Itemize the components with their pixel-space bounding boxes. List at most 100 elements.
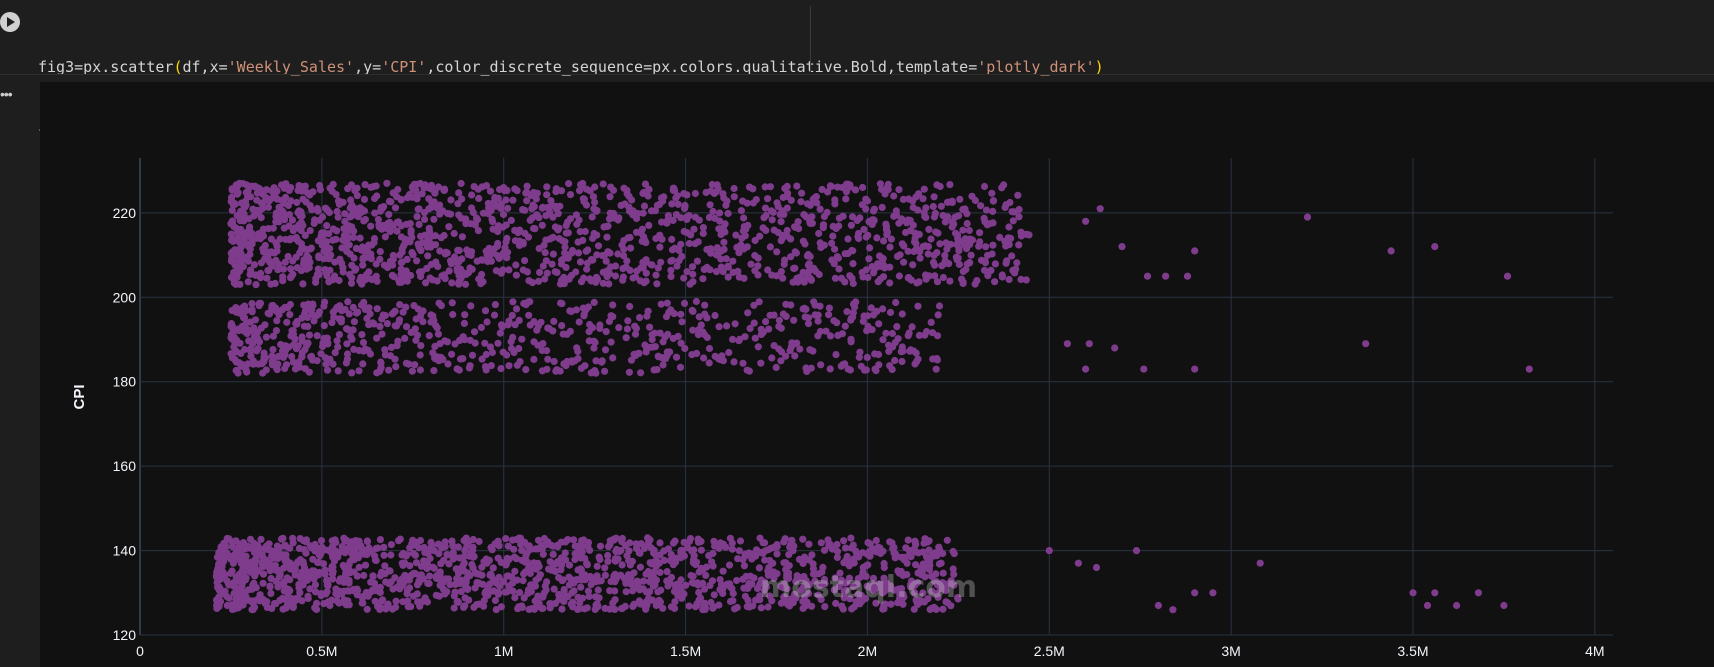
data-point (510, 553, 518, 561)
data-point (278, 347, 287, 355)
data-point (752, 546, 761, 554)
data-point (361, 345, 369, 353)
data-point (355, 563, 363, 571)
data-point (761, 204, 770, 212)
data-point (611, 272, 620, 280)
data-point (322, 268, 330, 276)
data-point (652, 551, 660, 559)
data-point (886, 279, 894, 287)
data-point (989, 207, 997, 215)
data-point (1191, 247, 1199, 255)
data-point (232, 537, 240, 545)
data-point (482, 182, 491, 190)
data-point (221, 541, 229, 549)
data-point (652, 234, 660, 243)
data-point (490, 311, 499, 319)
data-point (543, 191, 551, 199)
data-point (387, 198, 395, 206)
data-point (279, 273, 287, 281)
data-point (458, 268, 466, 276)
y-tick-label: 140 (113, 543, 137, 559)
data-point (911, 548, 920, 556)
data-point (338, 259, 346, 267)
data-point (693, 257, 702, 265)
data-point (559, 330, 567, 338)
data-point (701, 301, 709, 309)
data-point (478, 355, 486, 363)
data-point (482, 555, 490, 563)
grid-lines (139, 158, 1613, 636)
data-point (798, 189, 806, 197)
data-point (461, 311, 469, 319)
data-point (879, 336, 887, 344)
data-point (419, 318, 427, 326)
data-point (670, 185, 678, 193)
data-point (315, 558, 323, 567)
data-point (1082, 365, 1090, 373)
data-point (602, 328, 610, 336)
data-point (513, 187, 521, 195)
data-point (609, 301, 617, 309)
data-point (601, 571, 610, 579)
data-point (982, 243, 990, 251)
data-point (334, 343, 342, 351)
data-point (455, 278, 463, 286)
data-point (316, 181, 324, 190)
data-point (998, 271, 1006, 279)
data-point (936, 240, 944, 248)
data-point (389, 251, 397, 260)
data-point (401, 334, 409, 342)
data-point (482, 247, 490, 255)
data-point (762, 226, 770, 234)
data-point (955, 260, 964, 268)
data-point (509, 587, 517, 595)
data-point (235, 231, 243, 239)
data-point (844, 180, 852, 188)
data-point (343, 340, 351, 348)
data-point (914, 206, 922, 214)
data-point (549, 550, 557, 559)
data-point (298, 337, 306, 345)
data-point (919, 243, 927, 251)
data-point (356, 234, 364, 242)
data-point (444, 360, 452, 368)
data-point (244, 257, 252, 265)
data-point (879, 605, 887, 613)
data-point (910, 247, 918, 256)
data-point (864, 539, 872, 547)
scatter-chart[interactable]: 0 0.5M 1M 1.5M 2M 2.5M 3M 3.5M 4M 120 140 160 180 20… (0, 0, 1714, 667)
data-point (543, 365, 551, 373)
data-point (342, 236, 350, 244)
data-point (699, 224, 708, 232)
data-point (480, 596, 488, 605)
data-point (593, 572, 601, 580)
data-point (248, 308, 256, 316)
data-point (320, 322, 328, 330)
data-point (678, 318, 686, 326)
data-point (735, 273, 743, 281)
data-point (782, 312, 790, 320)
data-point (387, 541, 395, 549)
data-point (299, 280, 307, 288)
data-point (859, 273, 867, 281)
data-point (576, 228, 584, 236)
data-point (406, 220, 414, 228)
data-point (967, 251, 975, 259)
data-point (933, 332, 942, 340)
data-point (946, 277, 954, 285)
data-point (334, 213, 342, 221)
data-point (594, 242, 603, 250)
data-point (663, 351, 671, 359)
data-point (549, 250, 558, 258)
data-point (692, 560, 700, 569)
data-point (860, 225, 868, 234)
data-point (657, 586, 665, 594)
data-point (668, 200, 676, 208)
data-point (756, 232, 764, 240)
data-point (269, 346, 277, 354)
data-point (530, 355, 538, 363)
data-point (825, 311, 833, 319)
data-point (422, 279, 430, 287)
data-point (684, 544, 692, 552)
data-point (895, 186, 903, 194)
